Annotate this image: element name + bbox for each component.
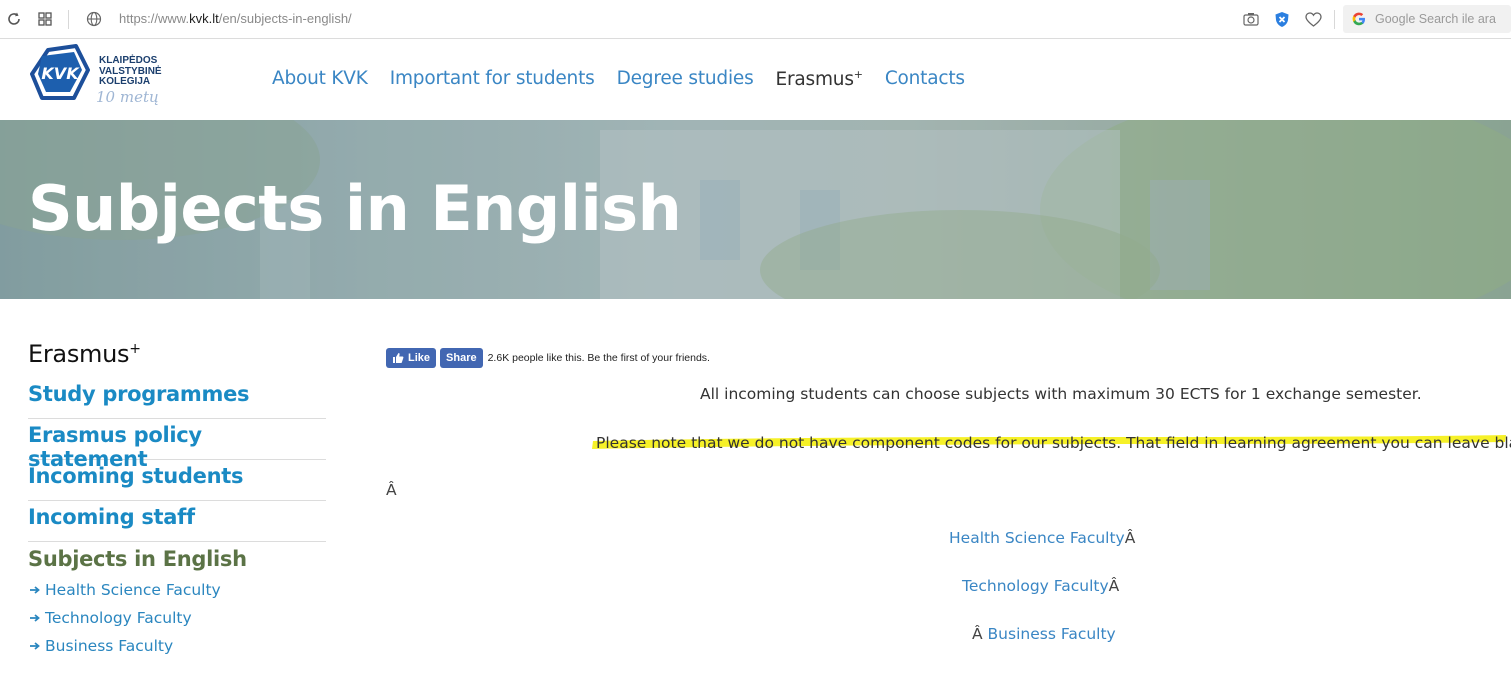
sidebar-item-study-programmes[interactable]: Study programmes (28, 378, 326, 419)
sidebar-item-erasmus-policy-statement[interactable]: Erasmus policy statement (28, 419, 326, 471)
facebook-share-button[interactable]: Share (440, 348, 483, 368)
nav-degree-studies[interactable]: Degree studies (617, 68, 754, 90)
sidebar-subitem-technology[interactable]: Technology Faculty (28, 604, 326, 632)
logo-years: 10 metų (96, 88, 159, 106)
component-codes-note: Please note that we do not have componen… (596, 434, 1511, 452)
sidebar-subitem-business[interactable]: Business Faculty (28, 632, 326, 660)
nav-erasmus-label: Erasmus (775, 69, 854, 91)
nav-erasmus-plus: + (853, 68, 863, 81)
sidebar-heading-plus: + (129, 341, 141, 357)
sidebar-subitem-health-science[interactable]: Health Science Faculty (28, 576, 326, 604)
heart-icon[interactable] (1304, 10, 1322, 28)
nav-contacts[interactable]: Contacts (885, 68, 965, 90)
globe-icon (85, 10, 103, 28)
stray-character: Â (972, 625, 983, 643)
thumbs-up-icon (393, 353, 404, 363)
logo-wordmark: KLAIPĖDOS VALSTYBINĖ KOLEGIJA (99, 55, 162, 87)
sidebar: Erasmus+ Study programmes Erasmus policy… (28, 340, 326, 660)
stray-character: Â (1108, 577, 1120, 595)
google-icon (1352, 12, 1365, 26)
highlighted-note: Please note that we do not have componen… (590, 431, 1511, 457)
facebook-like-button[interactable]: Like (386, 348, 437, 368)
arrow-right-icon (30, 614, 40, 622)
faculty-link-row: Technology FacultyÂ (962, 577, 1119, 595)
kvk-logo[interactable]: KVK KLAIPĖDOS VALSTYBINĖ KOLEGIJA 10 met… (30, 44, 180, 116)
technology-faculty-link[interactable]: Technology Faculty (962, 577, 1109, 595)
intro-text: All incoming students can choose subject… (700, 385, 1422, 403)
page-title: Subjects in English (28, 172, 682, 245)
browser-search-input[interactable]: Google Search ile ara (1343, 5, 1511, 33)
site-header: KVK KLAIPĖDOS VALSTYBINĖ KOLEGIJA 10 met… (0, 40, 1511, 120)
sidebar-item-incoming-students[interactable]: Incoming students (28, 460, 326, 501)
main-navigation: About KVK Important for students Degree … (272, 68, 987, 90)
sidebar-item-subjects-in-english[interactable]: Subjects in English (28, 542, 326, 576)
nav-about-kvk[interactable]: About KVK (272, 68, 368, 90)
sidebar-item-incoming-staff[interactable]: Incoming staff (28, 501, 326, 542)
faculty-link-row: Health Science FacultyÂ (949, 529, 1135, 547)
camera-icon[interactable] (1242, 10, 1260, 28)
facebook-like-count: 2.6K people like this. Be the first of y… (487, 352, 710, 364)
shield-icon[interactable] (1273, 10, 1291, 28)
nav-erasmus[interactable]: Erasmus+ (776, 68, 863, 90)
address-bar-url[interactable]: https://www.kvk.lt/en/subjects-in-englis… (119, 11, 352, 26)
arrow-right-icon (30, 642, 40, 650)
stray-character: Â (1124, 529, 1136, 547)
toolbar-divider (68, 10, 69, 29)
browser-toolbar: https://www.kvk.lt/en/subjects-in-englis… (0, 0, 1511, 39)
reload-icon[interactable] (5, 10, 23, 28)
svg-text:KVK: KVK (41, 64, 80, 83)
sidebar-subitem-label: Technology Faculty (45, 609, 192, 627)
sidebar-heading-label: Erasmus (28, 340, 130, 368)
nav-important-for-students[interactable]: Important for students (390, 68, 595, 90)
health-science-faculty-link[interactable]: Health Science Faculty (949, 529, 1125, 547)
facebook-like-bar: Like Share 2.6K people like this. Be the… (386, 348, 710, 368)
sidebar-subitem-label: Business Faculty (45, 637, 174, 655)
tabs-grid-icon[interactable] (36, 10, 54, 28)
sidebar-subitem-label: Health Science Faculty (45, 581, 221, 599)
sidebar-heading: Erasmus+ (28, 340, 326, 368)
faculty-link-row: Â Business Faculty (972, 625, 1116, 643)
kvk-logo-icon: KVK (30, 44, 90, 100)
stray-character: Â (386, 481, 397, 499)
business-faculty-link[interactable]: Business Faculty (988, 625, 1116, 643)
arrow-right-icon (30, 586, 40, 594)
hero-banner: Subjects in English (0, 120, 1511, 299)
toolbar-divider (1334, 10, 1335, 29)
